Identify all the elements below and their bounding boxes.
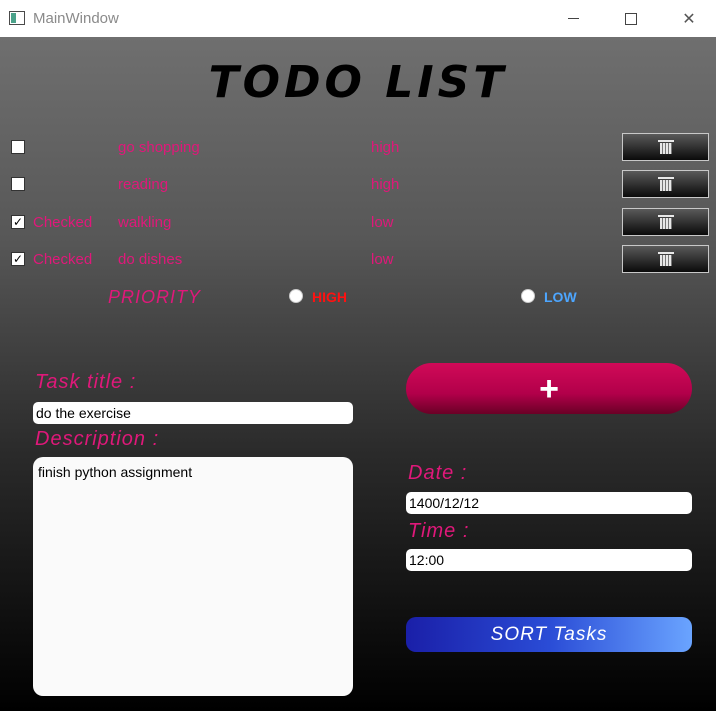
checkmark-icon: ✓: [12, 252, 24, 266]
task-checkbox[interactable]: ✓: [11, 215, 25, 229]
task-priority: low: [371, 251, 394, 268]
maximize-button[interactable]: [602, 0, 660, 37]
task-title: walkling: [118, 214, 172, 231]
add-task-button[interactable]: +: [406, 363, 692, 414]
trash-icon: [657, 215, 674, 229]
task-checkbox[interactable]: ✓: [11, 252, 25, 266]
task-title: go shopping: [118, 139, 200, 156]
trash-icon: [657, 252, 674, 266]
plus-icon: +: [539, 369, 559, 408]
task-priority: high: [371, 176, 400, 193]
description-textarea[interactable]: finish python assignment: [33, 457, 353, 696]
task-checkbox[interactable]: [11, 140, 25, 154]
close-button[interactable]: ✕: [660, 0, 716, 37]
task-checked-label: Checked: [33, 251, 93, 268]
minimize-icon: [567, 18, 579, 19]
task-priority: low: [371, 214, 394, 231]
priority-high-radio[interactable]: [289, 289, 303, 303]
date-label: Date :: [408, 462, 468, 484]
delete-task-button[interactable]: [622, 170, 709, 198]
date-input[interactable]: 1400/12/12: [406, 492, 692, 514]
delete-task-button[interactable]: [622, 245, 709, 273]
task-checkbox[interactable]: [11, 177, 25, 191]
priority-low-label[interactable]: LOW: [544, 289, 577, 305]
sort-tasks-button[interactable]: SORT Tasks: [406, 617, 692, 652]
task-title-label: Task title :: [35, 371, 137, 393]
checkmark-icon: ✓: [12, 215, 24, 229]
trash-icon: [657, 140, 674, 154]
task-row: go shopping high: [0, 133, 716, 163]
window-title: MainWindow: [33, 10, 119, 27]
task-row: ✓ Checked do dishes low: [0, 245, 716, 275]
window-titlebar: MainWindow ✕: [0, 0, 716, 37]
task-title: do dishes: [118, 251, 183, 268]
app-icon: [9, 11, 25, 25]
delete-task-button[interactable]: [622, 133, 709, 161]
task-title-input[interactable]: do the exercise: [33, 402, 353, 424]
trash-icon: [657, 177, 674, 191]
task-row: reading high: [0, 170, 716, 200]
time-input[interactable]: 12:00: [406, 549, 692, 571]
main-panel: TODO LIST go shopping high reading high …: [0, 37, 716, 711]
task-checked-label: Checked: [33, 214, 93, 231]
time-label: Time :: [408, 520, 470, 542]
priority-low-radio[interactable]: [521, 289, 535, 303]
description-label: Description :: [35, 428, 160, 450]
task-row: ✓ Checked walkling low: [0, 208, 716, 238]
delete-task-button[interactable]: [622, 208, 709, 236]
close-icon: ✕: [682, 10, 696, 28]
priority-label: PRIORITY: [108, 287, 202, 307]
priority-high-label[interactable]: HIGH: [312, 289, 347, 305]
maximize-icon: [625, 12, 637, 25]
task-title: reading: [118, 176, 169, 193]
task-priority: high: [371, 139, 400, 156]
page-title: TODO LIST: [208, 57, 508, 108]
minimize-button[interactable]: [544, 0, 602, 37]
sort-tasks-label: SORT Tasks: [490, 623, 608, 645]
